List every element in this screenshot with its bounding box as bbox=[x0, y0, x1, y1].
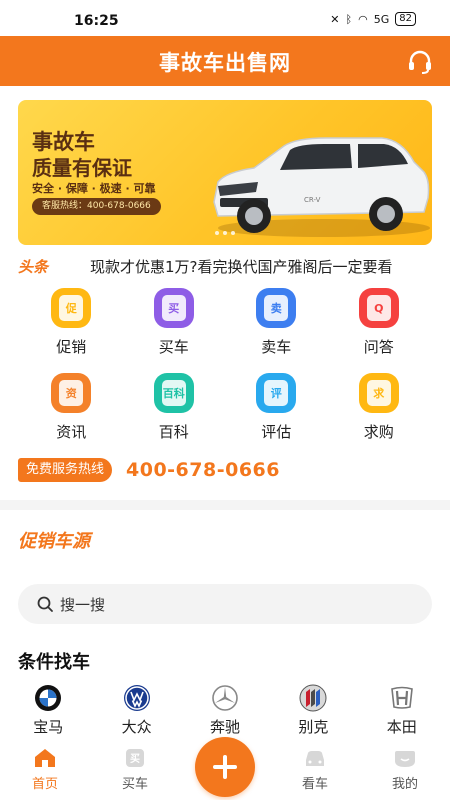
headline-text[interactable]: 现款才优惠1万?看完换代国产雅阁后一定要看 bbox=[90, 256, 432, 277]
promo-section-title: 促销车源 bbox=[18, 531, 90, 552]
tab-label: 我的 bbox=[391, 777, 418, 792]
brand-list: 宝马 大众 奔驰 别克 本田 bbox=[4, 684, 446, 737]
icon-glyph: 卖 bbox=[264, 295, 289, 321]
brand-name: 本田 bbox=[386, 718, 417, 736]
home-icon bbox=[35, 749, 55, 767]
headline-tag: 头条 bbox=[18, 257, 49, 276]
menu-label: 资讯 bbox=[56, 423, 87, 441]
icon-glyph: 百科 bbox=[161, 380, 186, 406]
headline-ticker[interactable]: 头条 现款才优惠1万?看完换代国产雅阁后一定要看 bbox=[18, 255, 432, 277]
icon-glyph: 促 bbox=[59, 295, 84, 321]
car-image: CR-V bbox=[213, 137, 430, 237]
brand-name: 奔驰 bbox=[209, 718, 240, 736]
news-icon: 资 bbox=[51, 373, 92, 413]
honda-logo bbox=[390, 686, 413, 709]
brand-name: 大众 bbox=[121, 718, 152, 736]
menu-label: 求购 bbox=[363, 423, 394, 441]
bluetooth-icon: ᛒ bbox=[345, 12, 353, 26]
menu-label: 评估 bbox=[261, 423, 292, 441]
pagination-dot bbox=[231, 231, 235, 235]
tab-label: 买车 bbox=[121, 777, 148, 792]
qa-icon: Q bbox=[358, 288, 399, 328]
headset-icon[interactable] bbox=[406, 48, 434, 76]
promo-banner[interactable]: 事故车 质量有保证 安全 · 保障 · 极速 · 可靠 客服热线：400-678… bbox=[18, 100, 432, 245]
banner-pagination bbox=[18, 231, 432, 235]
brand-volkswagen[interactable]: 大众 bbox=[92, 684, 180, 737]
filter-title: 条件找车 bbox=[18, 652, 90, 673]
car-badge: CR-V bbox=[304, 196, 321, 204]
search-placeholder: 搜一搜 bbox=[60, 595, 106, 614]
tab-view-car[interactable]: 看车 bbox=[280, 747, 350, 792]
network-label: 5G bbox=[373, 12, 390, 26]
profile-icon bbox=[395, 751, 415, 767]
svg-text:买: 买 bbox=[130, 753, 140, 765]
pagination-dot bbox=[223, 231, 227, 235]
menu-item-evaluate[interactable]: 评评估 bbox=[225, 373, 328, 442]
banner-subtitle: 质量有保证 bbox=[32, 156, 132, 180]
request-buy-icon: 求 bbox=[358, 373, 399, 413]
brand-buick[interactable]: 别克 bbox=[269, 684, 357, 737]
menu-item-news[interactable]: 资资讯 bbox=[20, 373, 123, 442]
tab-profile[interactable]: 我的 bbox=[370, 747, 440, 792]
pagination-dot bbox=[215, 231, 219, 235]
banner-tags: 安全 · 保障 · 极速 · 可靠 bbox=[32, 182, 156, 195]
evaluate-icon: 评 bbox=[256, 373, 297, 413]
menu-item-request-buy[interactable]: 求求购 bbox=[328, 373, 431, 442]
volkswagen-logo bbox=[123, 685, 150, 711]
battery-icon: 82 bbox=[395, 12, 416, 26]
menu-label: 问答 bbox=[363, 338, 394, 356]
bottom-tab-bar: 首页 买 买车 看车 我的 bbox=[0, 737, 450, 800]
buick-logo bbox=[299, 684, 327, 712]
brand-mercedes[interactable]: 奔驰 bbox=[181, 684, 269, 737]
tab-buy-car[interactable]: 买 买车 bbox=[100, 747, 170, 792]
status-time: 16:25 bbox=[74, 13, 119, 29]
brand-bmw[interactable]: 宝马 bbox=[4, 684, 92, 737]
view-car-icon bbox=[306, 751, 324, 766]
menu-item-sell-car[interactable]: 卖卖车 bbox=[225, 288, 328, 357]
tab-home[interactable]: 首页 bbox=[10, 747, 80, 792]
status-icons: ✕ ᛒ ◠ 5G 82 bbox=[330, 12, 416, 26]
search-input[interactable]: 搜一搜 bbox=[18, 584, 432, 624]
icon-glyph: 买 bbox=[161, 295, 186, 321]
publish-button[interactable] bbox=[195, 737, 255, 797]
app-header: 事故车出售网 bbox=[0, 36, 450, 86]
icon-glyph: 求 bbox=[366, 380, 391, 406]
brand-name: 宝马 bbox=[33, 718, 64, 736]
brand-name: 别克 bbox=[298, 718, 329, 736]
brand-honda[interactable]: 本田 bbox=[358, 684, 446, 737]
banner-hotline: 客服热线：400-678-0666 bbox=[32, 198, 161, 215]
bmw-logo bbox=[35, 685, 62, 711]
menu-label: 百科 bbox=[158, 423, 189, 441]
plus-icon bbox=[213, 755, 237, 779]
promotion-icon: 促 bbox=[51, 288, 92, 328]
buy-car-icon: 买 bbox=[153, 288, 194, 328]
sell-car-icon: 卖 bbox=[256, 288, 297, 328]
section-divider bbox=[0, 500, 450, 510]
icon-glyph: 资 bbox=[59, 380, 84, 406]
mute-icon: ✕ bbox=[330, 12, 340, 26]
menu-item-promotion[interactable]: 促促销 bbox=[20, 288, 123, 357]
search-icon bbox=[37, 596, 53, 612]
menu-label: 卖车 bbox=[261, 338, 292, 356]
wifi-icon: ◠ bbox=[358, 12, 368, 26]
menu-label: 促销 bbox=[56, 338, 87, 356]
icon-glyph: Q bbox=[366, 295, 391, 321]
menu-item-encyclopedia[interactable]: 百科 百科 bbox=[123, 373, 226, 442]
menu-item-buy-car[interactable]: 买买车 bbox=[123, 288, 226, 357]
encyclopedia-icon: 百科 bbox=[153, 373, 194, 413]
icon-glyph: 评 bbox=[264, 380, 289, 406]
hotline-number[interactable]: 400-678-0666 bbox=[126, 459, 280, 481]
mercedes-logo bbox=[212, 685, 238, 711]
hotline-badge: 免费服务热线 bbox=[18, 458, 113, 482]
menu-item-qa[interactable]: Q 问答 bbox=[328, 288, 431, 357]
menu-label: 买车 bbox=[158, 338, 189, 356]
function-grid: 促促销买买车卖卖车 Q 问答资资讯 百科 百科评评估求求购 bbox=[20, 288, 430, 442]
buy-car-icon: 买 bbox=[126, 749, 144, 767]
tab-label: 首页 bbox=[31, 777, 58, 792]
tab-label: 看车 bbox=[301, 777, 328, 792]
status-bar: 16:25 ✕ ᛒ ◠ 5G 82 bbox=[0, 0, 450, 36]
page-title: 事故车出售网 bbox=[159, 51, 291, 75]
service-hotline[interactable]: 免费服务热线 400-678-0666 bbox=[18, 456, 432, 484]
